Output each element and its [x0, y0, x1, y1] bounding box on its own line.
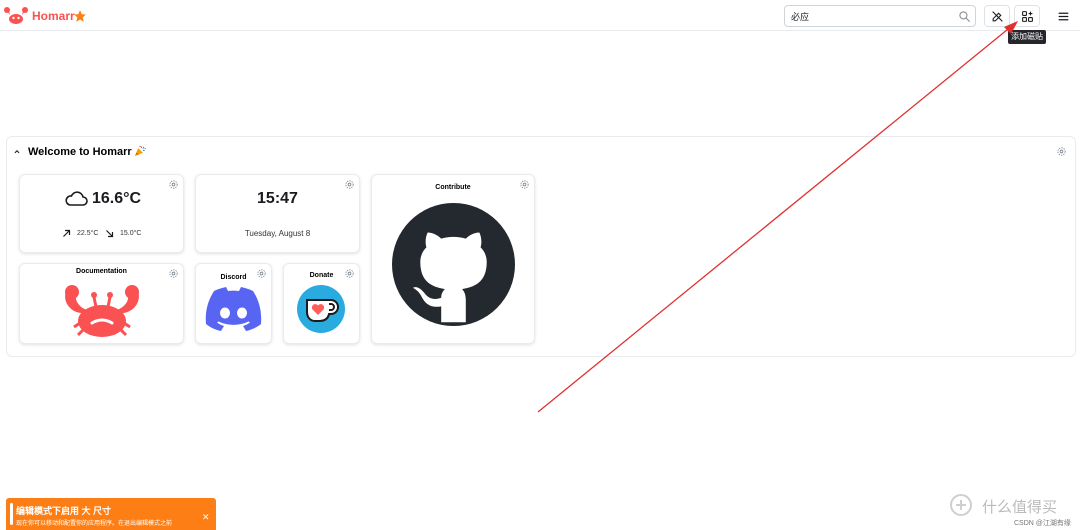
hamburger-menu-icon: [1058, 12, 1068, 20]
homarr-crab-icon: [65, 285, 139, 337]
chevron-up-icon[interactable]: [12, 147, 22, 157]
smzdm-watermark-icon: [950, 494, 972, 516]
documentation-label: Documentation: [76, 268, 127, 275]
category-title: Welcome to Homarr: [28, 146, 132, 158]
party-popper-icon: [134, 145, 146, 157]
clock-date: Tuesday, August 8: [244, 229, 311, 238]
toast-body: 现在你可以移动和配置你的应用程序。在退出编辑模式之前: [16, 521, 173, 527]
contribute-label: Contribute: [435, 184, 471, 191]
edit-off-icon: [991, 10, 1003, 22]
weather-tile-gear-icon[interactable]: [168, 179, 179, 190]
homarr-logo-icon[interactable]: [4, 6, 28, 26]
weather-temperature: 16.6°C: [92, 190, 142, 207]
add-tile-icon: [1021, 10, 1033, 22]
watermark-site-name: 什么值得买: [982, 499, 1058, 516]
kofi-cup-icon: [297, 285, 345, 333]
discord-label: Discord: [220, 274, 247, 281]
category-settings-gear-icon[interactable]: [1056, 146, 1067, 157]
star-icon: [74, 10, 86, 22]
weather-low: 15.0°C: [120, 230, 142, 237]
search-input[interactable]: [784, 5, 976, 27]
toggle-edit-mode-button[interactable]: [984, 5, 1010, 27]
weather-tile[interactable]: [19, 174, 184, 253]
donate-label: Donate: [309, 272, 334, 279]
clock-tile[interactable]: [195, 174, 360, 253]
watermark-credit: CSDN @江湖有缘: [1014, 520, 1071, 527]
brand-name[interactable]: Homarr: [32, 9, 75, 23]
cloud-icon: [65, 191, 88, 206]
edit-mode-notification: 编辑模式下启用 大 尺寸 现在你可以移动和配置你的应用程序。在退出编辑模式之前 …: [6, 498, 216, 530]
menu-button[interactable]: [1050, 5, 1076, 27]
search-icon[interactable]: [958, 10, 971, 23]
arrow-down-right-icon: [106, 230, 114, 238]
github-icon: [392, 203, 515, 326]
discord-icon: [205, 287, 262, 331]
clock-time: 15:47: [257, 190, 298, 207]
weather-high: 22.5°C: [77, 230, 99, 237]
arrow-up-right-icon: [63, 229, 71, 237]
toast-close-icon[interactable]: ✕: [202, 512, 210, 523]
top-header: Homarr: [0, 0, 1080, 31]
toast-accent-bar: [10, 503, 13, 525]
toast-title: 编辑模式下启用 大 尺寸: [16, 506, 112, 516]
add-tile-button[interactable]: [1014, 5, 1040, 27]
clock-tile-gear-icon[interactable]: [344, 179, 355, 190]
add-tile-tooltip: 添加磁贴: [1008, 30, 1046, 44]
